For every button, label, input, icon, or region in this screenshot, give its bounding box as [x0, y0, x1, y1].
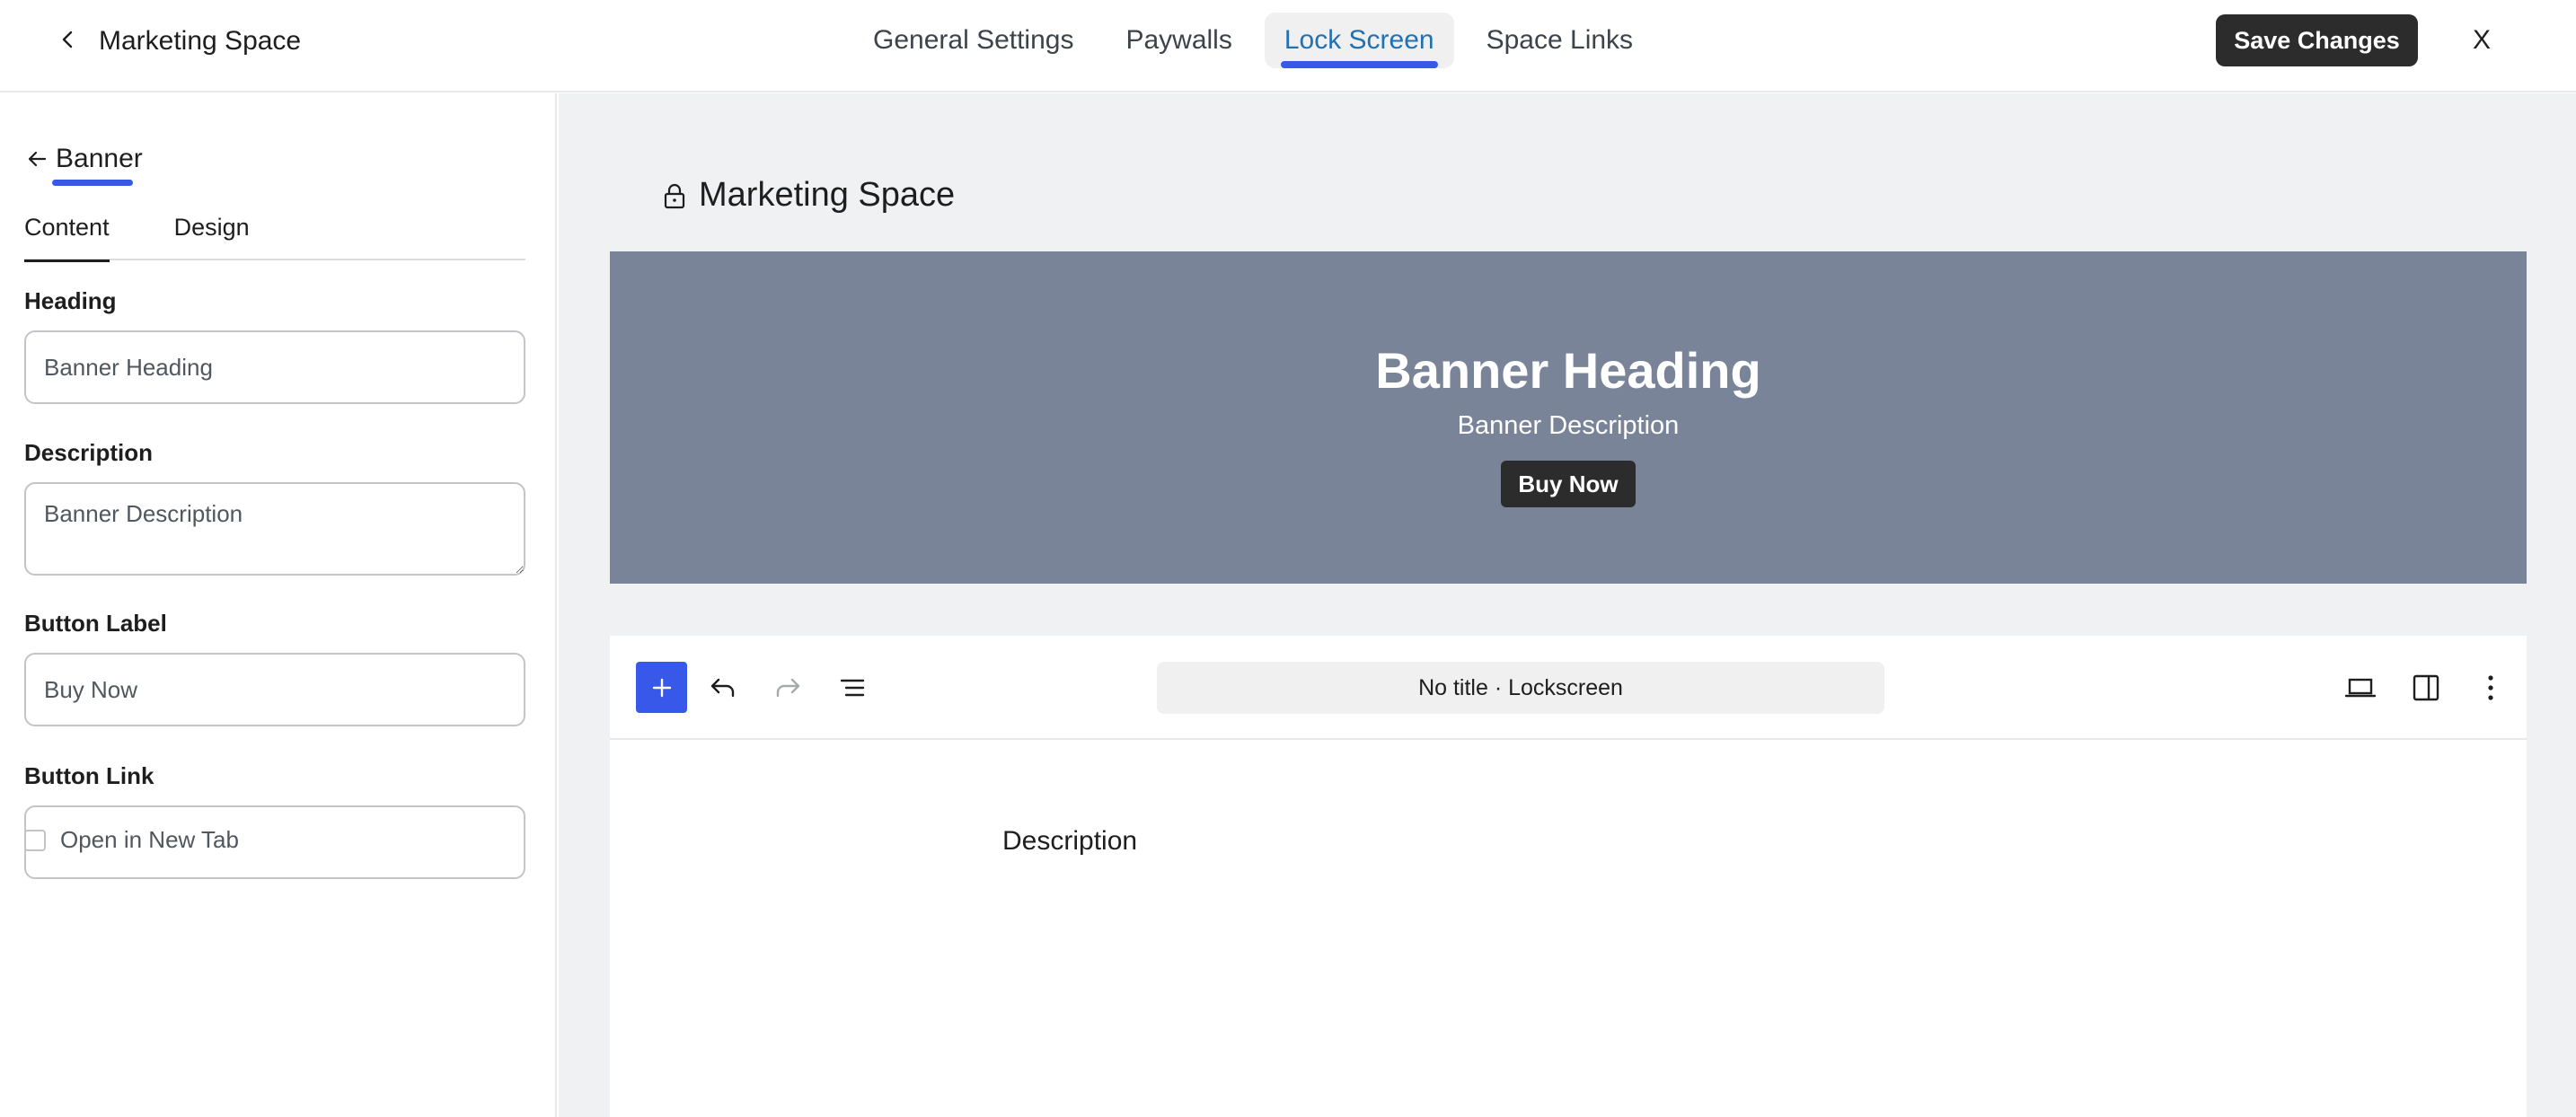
plus-icon	[652, 678, 671, 697]
panel-title: Banner	[56, 144, 143, 173]
subtab-content[interactable]: Content	[24, 210, 110, 262]
add-block-button[interactable]	[636, 662, 687, 713]
subtab-design[interactable]: Design	[174, 210, 250, 260]
button-link-label: Button Link	[24, 762, 154, 789]
banner-preview[interactable]: Banner Heading Banner Description Buy No…	[610, 251, 2527, 584]
tab-space-links[interactable]: Space Links	[1467, 13, 1653, 68]
lock-icon	[664, 183, 685, 208]
top-bar: Marketing Space General Settings Paywall…	[0, 0, 2576, 92]
device-preview-button[interactable]	[2337, 664, 2384, 711]
button-label-input[interactable]	[24, 653, 525, 726]
description-textarea[interactable]: Banner Description	[24, 482, 525, 576]
arrow-left-icon	[28, 151, 47, 167]
heading-input[interactable]	[24, 330, 525, 404]
main-tabs: General Settings Paywalls Lock Screen Sp…	[853, 13, 1665, 68]
open-new-tab-option[interactable]: Open in New Tab	[24, 826, 239, 854]
document-overview-button[interactable]	[829, 664, 876, 711]
heading-label: Heading	[24, 287, 117, 314]
space-title: Marketing Space	[663, 176, 955, 215]
chevron-left-icon	[62, 31, 73, 48]
tab-general-settings[interactable]: General Settings	[853, 13, 1093, 68]
editor-toolbar: No title · Lockscreen	[610, 636, 2527, 740]
settings-sidebar-toggle[interactable]	[2403, 664, 2449, 711]
list-view-icon	[840, 679, 865, 697]
open-new-tab-label: Open in New Tab	[60, 826, 239, 853]
tab-lock-screen[interactable]: Lock Screen	[1264, 13, 1454, 68]
banner-description: Banner Description	[1457, 411, 1680, 440]
app-title: Marketing Space	[99, 26, 302, 56]
tab-paywalls[interactable]: Paywalls	[1106, 13, 1251, 68]
panel-title-underline	[52, 180, 133, 186]
document-title-bar[interactable]: No title · Lockscreen	[1157, 662, 1884, 714]
open-new-tab-checkbox[interactable]	[24, 829, 46, 851]
more-vertical-icon	[2488, 675, 2493, 700]
undo-icon	[710, 678, 735, 698]
close-button[interactable]: X	[2461, 20, 2502, 61]
button-label-label: Button Label	[24, 610, 167, 637]
back-button[interactable]	[52, 23, 84, 56]
panel-back-button[interactable]: Banner	[25, 144, 143, 174]
laptop-icon	[2344, 678, 2377, 698]
editor-paragraph-block[interactable]: Description	[1002, 826, 1137, 857]
sidebar-panel-icon	[2413, 674, 2439, 701]
banner-heading: Banner Heading	[1375, 342, 1761, 399]
save-changes-button[interactable]: Save Changes	[2216, 14, 2418, 66]
redo-icon	[776, 678, 800, 698]
space-title-text: Marketing Space	[699, 176, 956, 214]
undo-button[interactable]	[700, 664, 746, 711]
sidebar-subtabs: Content Design	[24, 210, 525, 262]
banner-buy-now-button[interactable]: Buy Now	[1501, 461, 1636, 507]
description-label: Description	[24, 439, 154, 466]
more-options-button[interactable]	[2467, 664, 2514, 711]
settings-sidebar: Banner Content Design Heading Descriptio…	[0, 93, 557, 1117]
redo-button[interactable]	[764, 664, 811, 711]
block-editor: No title · Lockscreen Description	[610, 636, 2527, 1117]
